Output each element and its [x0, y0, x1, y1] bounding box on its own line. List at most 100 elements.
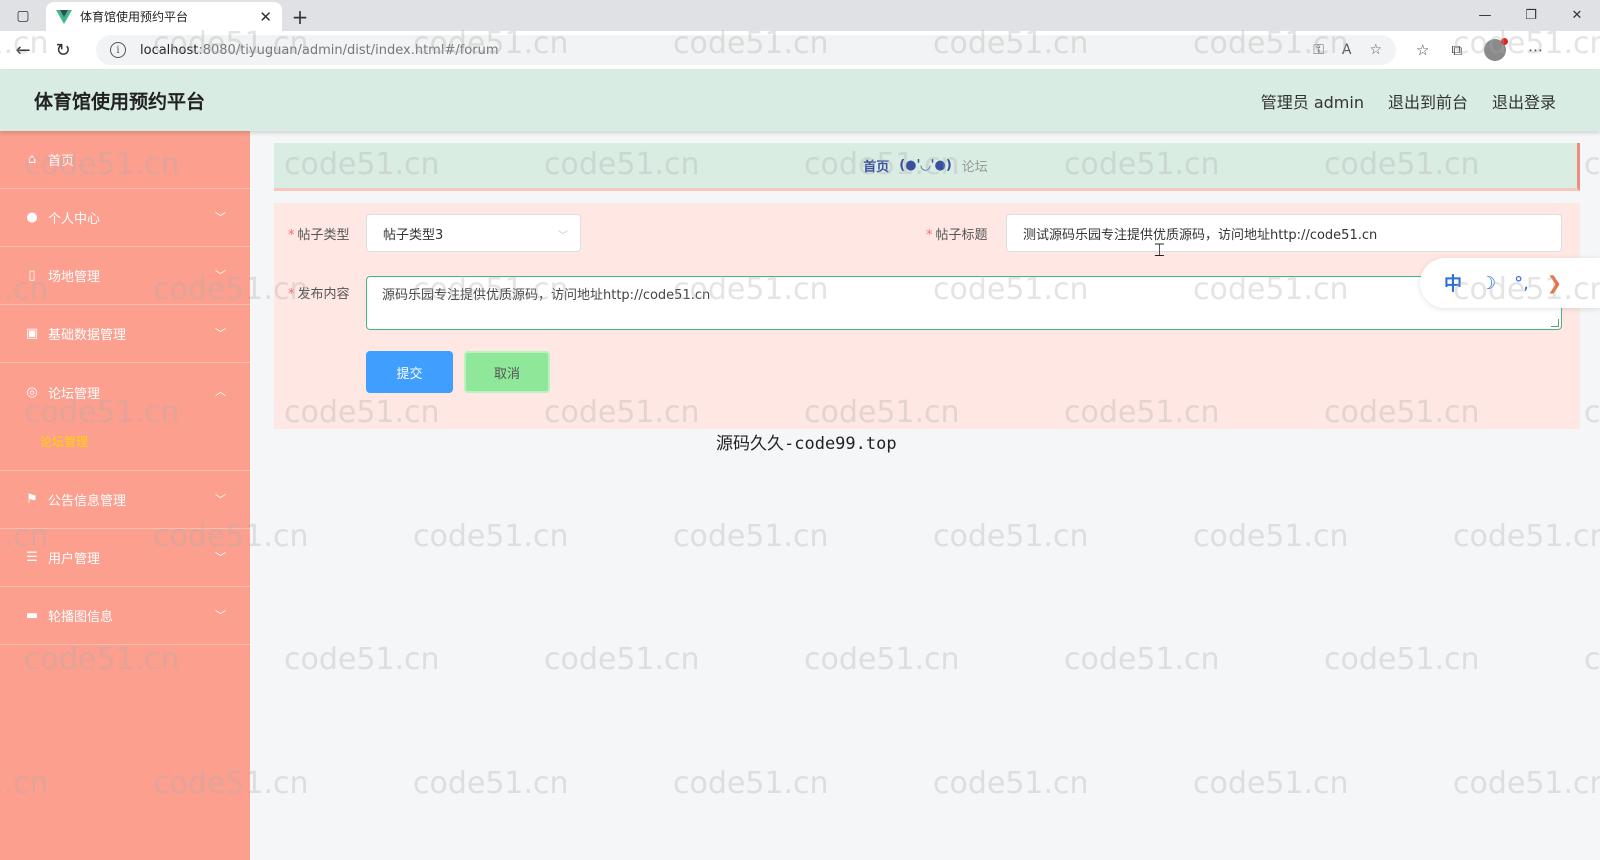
moon-icon[interactable]: ☽	[1480, 273, 1496, 294]
tab-title: 体育馆使用预约平台	[80, 10, 189, 24]
required-mark: *	[926, 228, 933, 243]
sidebar-group-forum: ◎ 论坛管理 ︿ 论坛管理	[0, 363, 250, 471]
logout-link[interactable]: 退出登录	[1492, 89, 1556, 113]
breadcrumb-separator: (●'◡'●)	[899, 158, 952, 173]
window-controls: — ❐ ✕	[1462, 0, 1600, 31]
chevron-down-icon: ﹀	[215, 269, 226, 282]
sidebar-item-label: 场地管理	[48, 270, 101, 285]
app-title: 体育馆使用预约平台	[34, 91, 206, 113]
watermark-text: code51.cn	[673, 519, 829, 554]
sidebar-item-venue-management[interactable]: ▯ 场地管理 ﹀	[0, 247, 250, 305]
sidebar-item-carousel[interactable]: ▬ 轮播图信息 ﹀	[0, 587, 250, 645]
watermark-text: code51.cn	[284, 642, 440, 677]
sidebar-subitem-forum[interactable]: 论坛管理	[40, 433, 88, 450]
sidebar-item-label: 个人中心	[48, 212, 101, 227]
watermark-text: code51.cn	[1584, 395, 1600, 430]
browser-tab-bar: ▢ 体育馆使用预约平台 ✕ + — ❐ ✕	[0, 0, 1600, 31]
cancel-button[interactable]: 取消	[464, 351, 550, 393]
tab-actions-icon[interactable]: ▢	[0, 0, 46, 31]
breadcrumb-current: 论坛	[961, 160, 988, 175]
resize-handle[interactable]	[1551, 319, 1559, 327]
ime-toolbar: 中 ☽ °, ❯	[1420, 258, 1600, 308]
site-caption: 源码久久-code99.top	[716, 434, 897, 454]
chevron-up-icon: ︿	[215, 385, 226, 398]
briefcase-icon: ▬	[25, 608, 39, 623]
url-field[interactable]: i localhost :8080/tiyuguan/admin/dist/in…	[96, 35, 1396, 65]
new-tab-button[interactable]: +	[282, 2, 318, 31]
key-icon[interactable]: ⚿	[1313, 42, 1324, 58]
window-close-icon[interactable]: ✕	[1554, 0, 1600, 31]
collections-icon[interactable]: ⧉	[1451, 41, 1462, 59]
site-info-icon[interactable]: i	[110, 42, 126, 58]
chevron-down-icon: ﹀	[558, 231, 568, 242]
breadcrumb-home[interactable]: 首页	[863, 156, 889, 175]
home-icon: ⌂	[27, 152, 37, 167]
expand-arrow-icon[interactable]: ❯	[1547, 273, 1562, 294]
current-user-label: 管理员 admin	[1260, 92, 1364, 112]
app-header: 体育馆使用预约平台 管理员 admin 退出到前台 退出登录	[0, 70, 1600, 131]
breadcrumb: 首页 (●'◡'●) 论坛	[274, 143, 1580, 191]
sidebar-item-personal-center[interactable]: ● 个人中心 ﹀	[0, 189, 250, 247]
favorites-icon[interactable]: ☆	[1416, 41, 1429, 59]
sidebar-item-announcements[interactable]: ⚑ 公告信息管理 ﹀	[0, 471, 250, 529]
post-title-input[interactable]: 测试源码乐园专注提供优质源码，访问地址http://code51.cn	[1006, 214, 1562, 252]
ime-mode-toggle[interactable]: 中	[1444, 270, 1462, 296]
exit-to-front-link[interactable]: 退出到前台	[1388, 89, 1468, 113]
chevron-down-icon: ﹀	[215, 493, 226, 506]
watermark-text: code51.cn	[1453, 519, 1600, 554]
post-type-label-text: 帖子类型	[297, 228, 350, 243]
required-mark: *	[288, 287, 295, 302]
watermark-text: code51.cn	[413, 766, 569, 801]
minimize-icon[interactable]: —	[1462, 0, 1508, 31]
sidebar-item-forum-management[interactable]: ◎ 论坛管理 ︿	[0, 363, 250, 421]
required-mark: *	[288, 228, 295, 243]
clipboard-icon: ▣	[25, 326, 39, 341]
tab-close-icon[interactable]: ✕	[259, 8, 272, 26]
watermark-text: code51.cn	[673, 766, 829, 801]
watermark-text: code51.cn	[804, 642, 960, 677]
chevron-down-icon: ﹀	[215, 609, 226, 622]
read-aloud-icon[interactable]: A	[1342, 42, 1352, 58]
post-content-textarea[interactable]: 源码乐园专注提供优质源码，访问地址http://code51.cn	[366, 276, 1562, 330]
refresh-icon[interactable]: ↻	[46, 33, 80, 67]
text-cursor-icon: ⌶	[1154, 240, 1165, 261]
post-type-label: * 帖子类型	[288, 224, 350, 243]
header-links: 管理员 admin 退出到前台 退出登录	[1261, 89, 1556, 113]
submit-button[interactable]: 提交	[366, 351, 453, 393]
post-content-label-text: 发布内容	[297, 287, 350, 302]
punctuation-icon[interactable]: °,	[1514, 273, 1529, 294]
post-type-value: 帖子类型3	[383, 227, 444, 243]
forum-edit-form: * 帖子类型 帖子类型3 ﹀ * 帖子标题 测试源码乐园专注提供优质源码，访问地址h…	[274, 203, 1580, 429]
chevron-down-icon: ﹀	[215, 211, 226, 224]
restore-icon[interactable]: ❐	[1508, 0, 1554, 31]
post-type-select[interactable]: 帖子类型3 ﹀	[366, 214, 581, 252]
sidebar-item-home[interactable]: ⌂ 首页	[0, 131, 250, 189]
phone-icon: ▯	[28, 268, 36, 283]
sidebar-item-label: 基础数据管理	[48, 328, 127, 343]
sidebar-item-label: 论坛管理	[48, 386, 101, 402]
watermark-text: code51.cn	[1324, 642, 1480, 677]
url-host: localhost	[140, 42, 199, 58]
watermark-text: code51.cn	[1193, 766, 1349, 801]
more-menu-icon[interactable]: ⋯	[1528, 41, 1543, 59]
browser-toolbar: ☆ ⧉ ⋯	[1416, 38, 1543, 61]
watermark-text: code51.cn	[544, 642, 700, 677]
address-bar: ← ↻ i localhost :8080/tiyuguan/admin/dis…	[0, 31, 1600, 70]
post-content-label: * 发布内容	[288, 283, 350, 302]
watermark-text: code51.cn	[1193, 519, 1349, 554]
post-title-label-text: 帖子标题	[935, 228, 988, 243]
profile-avatar[interactable]	[1484, 38, 1509, 61]
watermark-text: code51.cn	[1584, 642, 1600, 677]
basketball-icon: ◎	[26, 384, 38, 400]
sidebar-item-label: 公告信息管理	[48, 494, 127, 509]
sidebar-item-label: 用户管理	[48, 552, 101, 567]
post-title-value: 测试源码乐园专注提供优质源码，访问地址http://code51.cn	[1023, 227, 1378, 243]
sidebar-item-base-data[interactable]: ▣ 基础数据管理 ﹀	[0, 305, 250, 363]
post-content-value: 源码乐园专注提供优质源码，访问地址http://code51.cn	[382, 288, 711, 303]
sidebar-item-users[interactable]: ☰ 用户管理 ﹀	[0, 529, 250, 587]
url-tools: ⚿ A ☆	[1313, 42, 1382, 58]
favorite-add-icon[interactable]: ☆	[1369, 42, 1382, 58]
url-path: :8080/tiyuguan/admin/dist/index.html#/fo…	[198, 42, 499, 58]
browser-tab[interactable]: 体育馆使用预约平台 ✕	[46, 2, 282, 31]
back-arrow-icon[interactable]: ←	[6, 33, 40, 67]
